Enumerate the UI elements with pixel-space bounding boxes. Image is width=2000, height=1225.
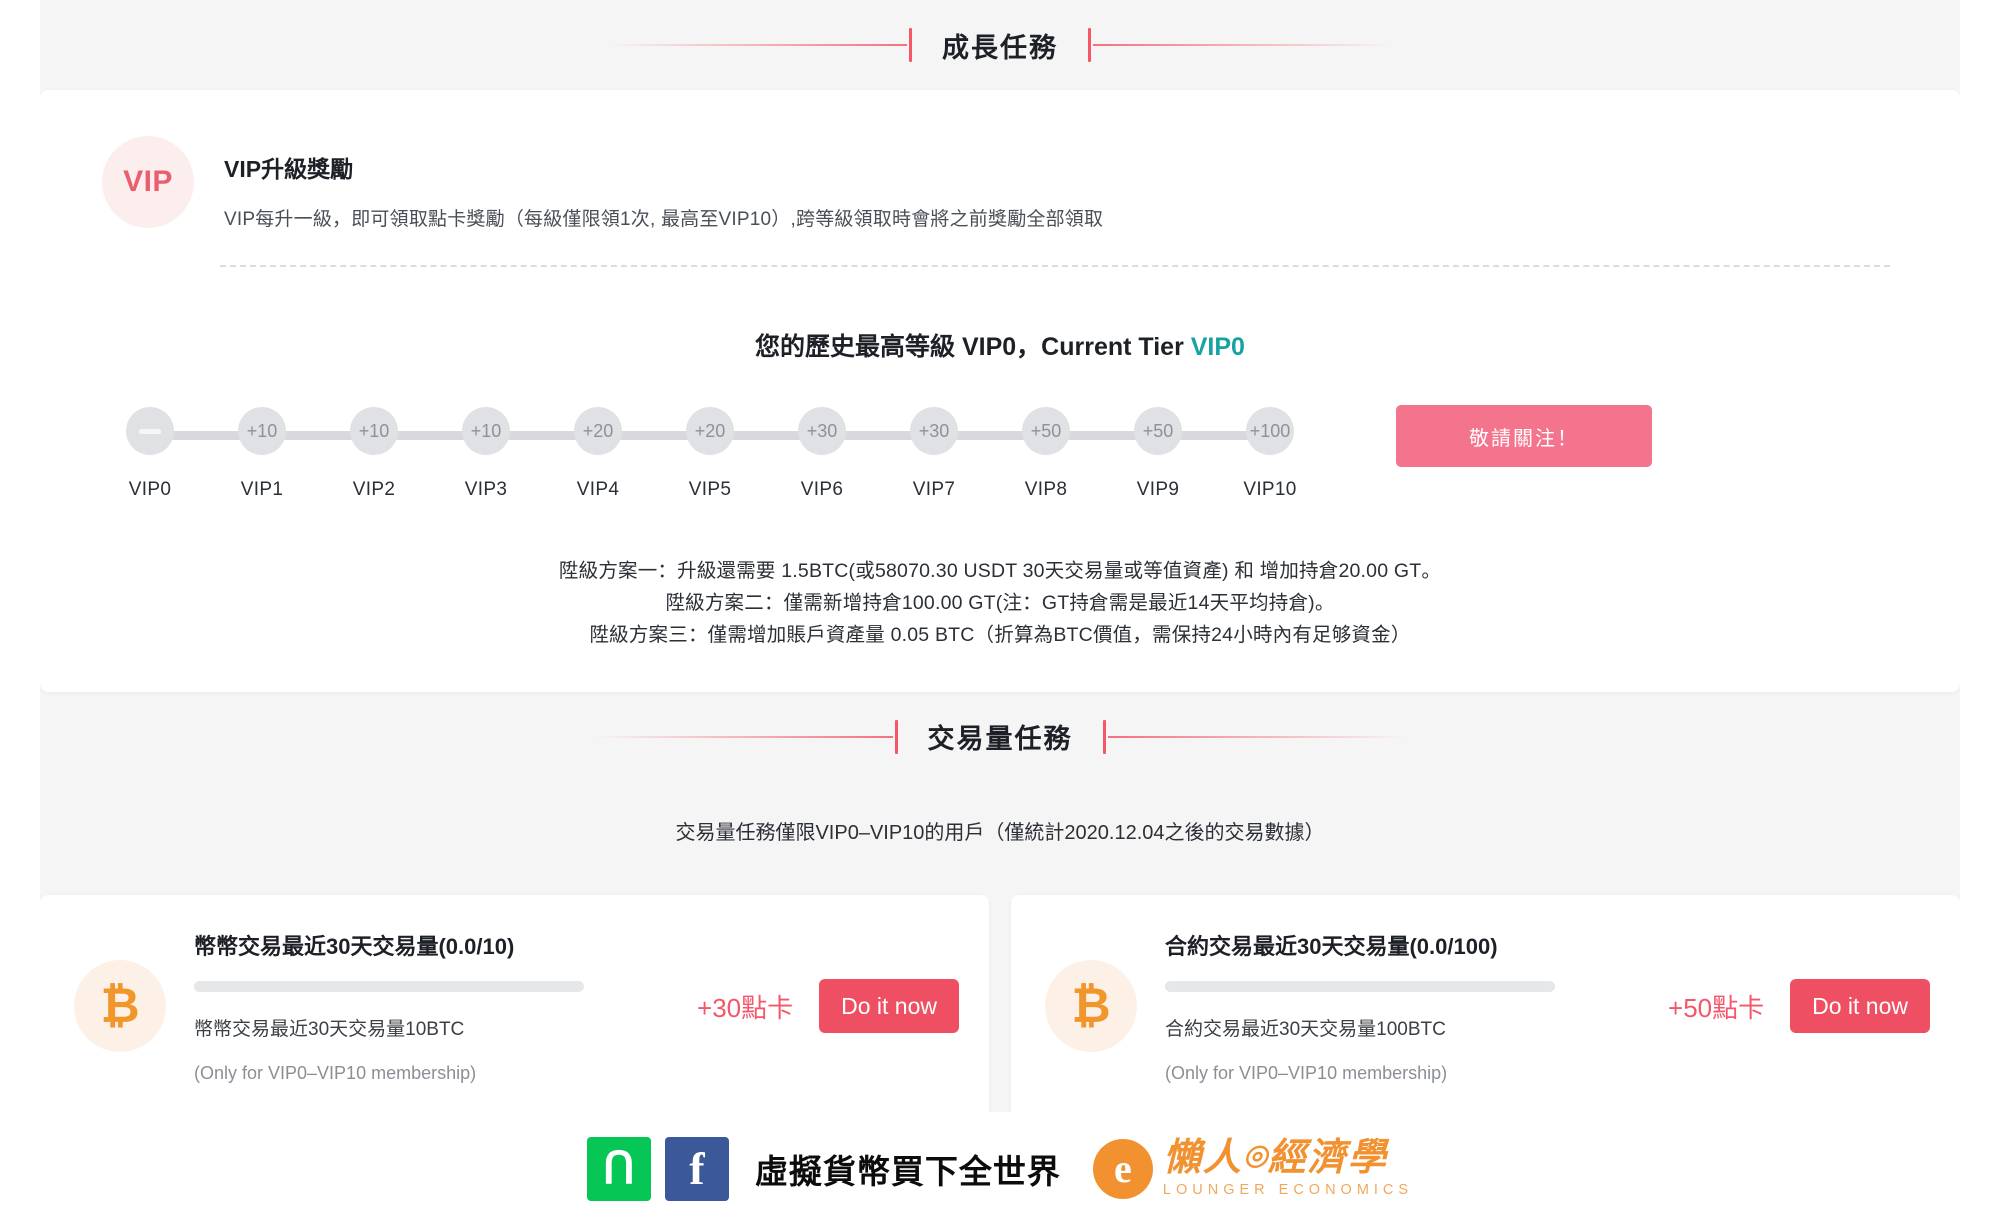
dash-icon bbox=[139, 428, 161, 434]
brand-logo: e 懶人⌾經濟學 LOUNGER ECONOMICS bbox=[1092, 1138, 1413, 1199]
vip-step-label: VIP2 bbox=[352, 479, 396, 500]
bitcoin-icon: ₿ bbox=[74, 960, 166, 1053]
tier-status-current: VIP0 bbox=[1190, 333, 1245, 361]
task-reward-label: +50點卡 bbox=[1668, 992, 1765, 1023]
volume-task-card: ₿ 幣幣交易最近30天交易量(0.0/10) 幣幣交易最近30天交易量10BTC (O… bbox=[40, 894, 989, 1118]
divider-rule-right-2 bbox=[1107, 735, 1408, 738]
tier-status-prefix: 您的歷史最高等級 VIP0，Current Tier bbox=[755, 333, 1191, 361]
vip-step-vip8[interactable]: +50 VIP8 bbox=[934, 407, 1102, 501]
brand-name-en: LOUNGER ECONOMICS bbox=[1162, 1182, 1414, 1199]
vip-card-subtitle: VIP每升一級，即可領取點卡獎勵（每級僅限領1次, 最高至VIP10）,跨等級領… bbox=[224, 209, 1104, 230]
upgrade-scheme-line: 陞級方案二：僅需新增持倉100.00 GT(注：GT持倉需是最近14天平均持倉)… bbox=[665, 592, 1335, 615]
task-reward-label: +30點卡 bbox=[697, 992, 794, 1023]
vip-card-title: VIP升級獎勵 bbox=[224, 156, 354, 182]
facebook-glyph: f bbox=[689, 1142, 705, 1194]
footer-slogan: 虛擬貨幣買下全世界 bbox=[754, 1152, 1061, 1190]
divider-rule-left-2 bbox=[592, 735, 893, 738]
vip-step-vip1[interactable]: +10 VIP1 bbox=[150, 407, 318, 501]
task-membership-note: (Only for VIP0–VIP10 membership) bbox=[1165, 1062, 1448, 1083]
vip-step-label: VIP8 bbox=[1024, 479, 1068, 500]
task-description: 幣幣交易最近30天交易量10BTC bbox=[194, 1018, 465, 1040]
vip-step-vip9[interactable]: +50 VIP9 bbox=[1046, 407, 1214, 501]
upgrade-scheme-line: 陞級方案一：升級還需要 1.5BTC(或58070.30 USDT 30天交易量… bbox=[558, 560, 1442, 582]
task-membership-note: (Only for VIP0–VIP10 membership) bbox=[194, 1062, 477, 1083]
vip-step-circle: +10 bbox=[238, 407, 286, 455]
task-title: 幣幣交易最近30天交易量(0.0/10) bbox=[194, 933, 515, 959]
vip-step-vip3[interactable]: +10 VIP3 bbox=[374, 407, 542, 501]
vip-step-circle: +30 bbox=[910, 407, 958, 455]
vip-step-track: VIP0 +10 VIP1 +10 VIP2 +10 VIP3 +20 VIP4 +20 VIP5 +… bbox=[94, 407, 1326, 501]
vip-step-label: VIP0 bbox=[128, 479, 172, 500]
vip-step-label: VIP3 bbox=[464, 479, 508, 500]
section-header-volume: 交易量任務 bbox=[40, 692, 1960, 782]
upgrade-scheme-line: 陞級方案三：僅需增加賬戶資產量 0.05 BTC（折算為BTC價值，需保持24小… bbox=[589, 624, 1411, 647]
divider-tick-right bbox=[1088, 28, 1091, 62]
page-footer: ᑎ f 虛擬貨幣買下全世界 e 懶人⌾經濟學 LOUNGER ECONOMICS bbox=[0, 1112, 2000, 1225]
vip-step-circle: +10 bbox=[350, 407, 398, 455]
vip-progress-row: VIP0 +10 VIP1 +10 VIP2 +10 VIP3 +20 VIP4 +20 VIP5 +… bbox=[80, 405, 1920, 501]
vip-step-circle: +30 bbox=[798, 407, 846, 455]
vip-badge-icon: VIP bbox=[102, 136, 194, 228]
vip-step-vip6[interactable]: +30 VIP6 bbox=[710, 407, 878, 501]
task-body: 合約交易最近30天交易量(0.0/100) 合約交易最近30天交易量100BTC (… bbox=[1137, 929, 1668, 1084]
upgrade-schemes: 陞級方案一：升級還需要 1.5BTC(或58070.30 USDT 30天交易量… bbox=[80, 555, 1920, 652]
task-progress-bar bbox=[1165, 980, 1555, 992]
line-glyph: ᑎ bbox=[602, 1143, 636, 1193]
section-header-growth: 成長任務 bbox=[40, 0, 1960, 90]
brand-mark-icon: e bbox=[1092, 1138, 1153, 1199]
vip-step-label: VIP7 bbox=[912, 479, 956, 500]
vip-header-text: VIP升級獎勵 VIP每升一級，即可領取點卡獎勵（每級僅限領1次, 最高至VIP… bbox=[224, 136, 1103, 231]
divider-rule-right bbox=[1093, 44, 1393, 46]
facebook-icon[interactable]: f bbox=[664, 1136, 729, 1201]
volume-task-list: ₿ 幣幣交易最近30天交易量(0.0/10) 幣幣交易最近30天交易量10BTC (O… bbox=[40, 894, 1960, 1118]
task-description: 合約交易最近30天交易量100BTC bbox=[1165, 1018, 1446, 1040]
vip-step-circle: +20 bbox=[574, 407, 622, 455]
line-icon[interactable]: ᑎ bbox=[586, 1136, 651, 1201]
stay-tuned-button[interactable]: 敬請關注！ bbox=[1396, 405, 1652, 467]
section-title-growth: 成長任務 bbox=[942, 32, 1058, 63]
vip-step-circle: +50 bbox=[1022, 407, 1070, 455]
vip-step-vip0[interactable]: VIP0 bbox=[94, 407, 206, 501]
page-left-margin bbox=[0, 0, 40, 1225]
divider-tick-left bbox=[909, 28, 912, 62]
task-body: 幣幣交易最近30天交易量(0.0/10) 幣幣交易最近30天交易量10BTC (On… bbox=[166, 929, 697, 1084]
vip-step-vip5[interactable]: +20 VIP5 bbox=[598, 407, 766, 501]
vip-step-circle: +100 bbox=[1246, 407, 1294, 455]
dashed-divider bbox=[220, 265, 1890, 267]
vip-step-vip10[interactable]: +100 VIP10 bbox=[1158, 407, 1326, 501]
vip-step-label: VIP10 bbox=[1243, 479, 1297, 500]
vip-step-circle bbox=[126, 407, 174, 455]
vip-step-circle: +20 bbox=[686, 407, 734, 455]
divider-rule-left bbox=[607, 44, 907, 46]
page-right-margin bbox=[1960, 0, 2000, 1225]
vip-step-vip7[interactable]: +30 VIP7 bbox=[822, 407, 990, 501]
vip-step-label: VIP5 bbox=[688, 479, 732, 500]
vip-step-circle: +50 bbox=[1134, 407, 1182, 455]
vip-step-label: VIP1 bbox=[240, 479, 284, 500]
divider-tick-right-2 bbox=[1102, 719, 1106, 754]
vip-card-header: VIP VIP升級獎勵 VIP每升一級，即可領取點卡獎勵（每級僅限領1次, 最高… bbox=[80, 126, 1920, 231]
brand-name-cn: 懶人⌾經濟學 bbox=[1162, 1137, 1388, 1180]
do-it-now-button[interactable]: Do it now bbox=[819, 979, 959, 1034]
brand-text: 懶人⌾經濟學 LOUNGER ECONOMICS bbox=[1163, 1139, 1413, 1198]
volume-task-card: ₿ 合約交易最近30天交易量(0.0/100) 合約交易最近30天交易量100BTC… bbox=[1011, 894, 1960, 1118]
page-root: 成長任務 VIP VIP升級獎勵 VIP每升一級，即可領取點卡獎勵（每級僅限領1… bbox=[0, 0, 2000, 1225]
vip-step-label: VIP9 bbox=[1136, 479, 1180, 500]
section-title-volume: 交易量任務 bbox=[927, 724, 1073, 755]
volume-task-note: 交易量任務僅限VIP0–VIP10的用戶（僅統計2020.12.04之後的交易數… bbox=[675, 821, 1325, 844]
bitcoin-icon: ₿ bbox=[1045, 960, 1137, 1053]
vip-step-vip4[interactable]: +20 VIP4 bbox=[486, 407, 654, 501]
do-it-now-button[interactable]: Do it now bbox=[1790, 979, 1930, 1034]
vip-step-circle: +10 bbox=[462, 407, 510, 455]
task-title: 合約交易最近30天交易量(0.0/100) bbox=[1165, 933, 1498, 959]
task-progress-bar bbox=[194, 980, 584, 992]
vip-step-label: VIP4 bbox=[576, 479, 620, 500]
tier-status-line: 您的歷史最高等級 VIP0，Current Tier VIP0 bbox=[80, 327, 1920, 363]
vip-upgrade-card: VIP VIP升級獎勵 VIP每升一級，即可領取點卡獎勵（每級僅限領1次, 最高… bbox=[40, 90, 1960, 692]
vip-step-label: VIP6 bbox=[800, 479, 844, 500]
divider-tick-left-2 bbox=[894, 719, 898, 754]
vip-step-vip2[interactable]: +10 VIP2 bbox=[262, 407, 430, 501]
